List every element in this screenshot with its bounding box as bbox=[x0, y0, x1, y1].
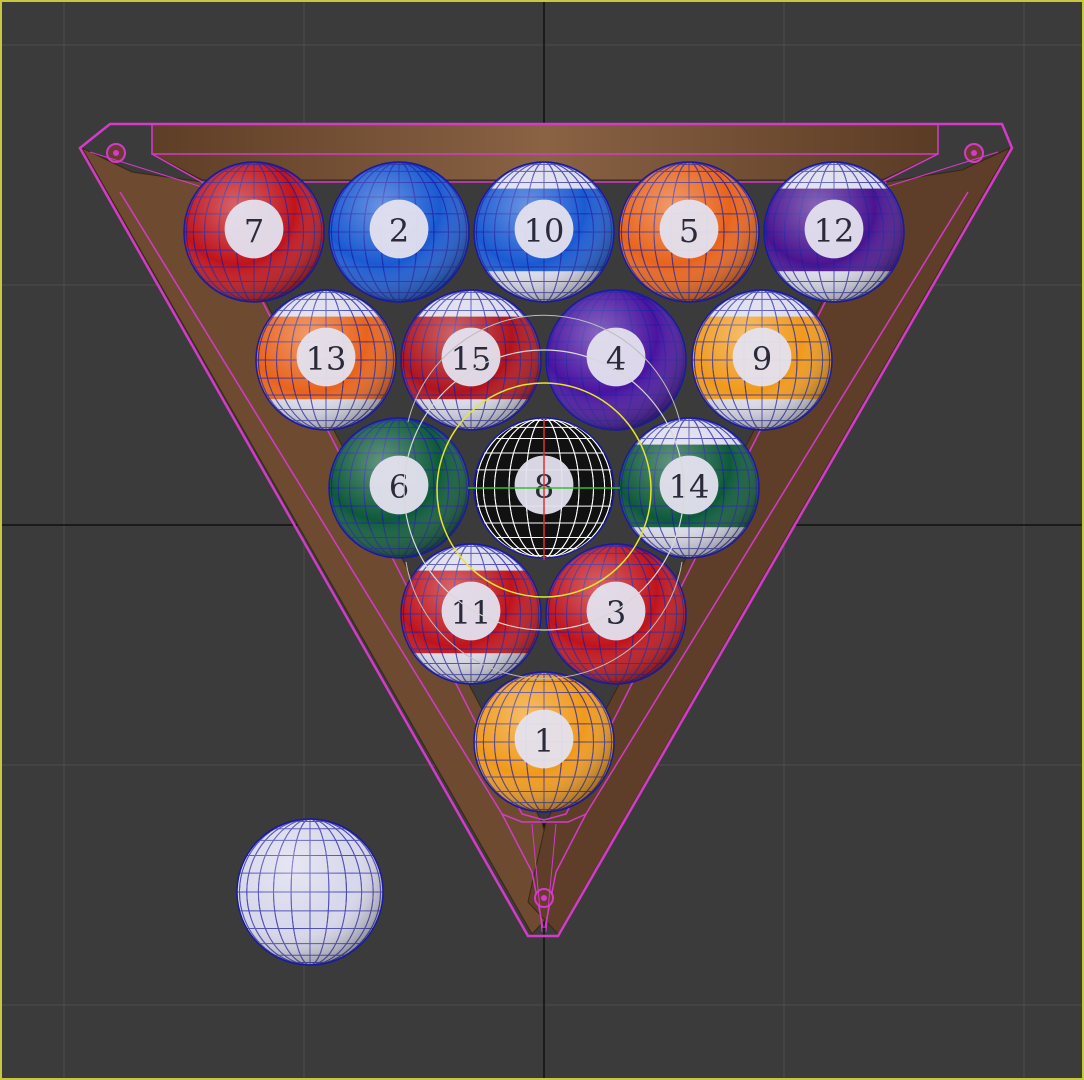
ball-9[interactable]: 9 bbox=[691, 289, 833, 431]
ball-12[interactable]: 12 bbox=[763, 161, 905, 303]
ball-15[interactable]: 15 bbox=[400, 289, 542, 431]
ball-4[interactable]: 4 bbox=[545, 289, 687, 431]
ball-3[interactable]: 3 bbox=[545, 543, 687, 685]
ball-11[interactable]: 11 bbox=[400, 543, 542, 685]
ball-number: 10 bbox=[524, 212, 565, 250]
ball-number: 7 bbox=[244, 212, 264, 250]
ball-number: 6 bbox=[389, 468, 409, 506]
ball-number: 3 bbox=[606, 594, 626, 632]
ball-1[interactable]: 1 bbox=[473, 671, 615, 813]
ball-10[interactable]: 10 bbox=[473, 161, 615, 303]
ball-2[interactable]: 2 bbox=[328, 161, 470, 303]
ball-number: 12 bbox=[814, 212, 855, 250]
ball-number: 4 bbox=[606, 340, 626, 378]
ball-number: 5 bbox=[679, 212, 699, 250]
ball-7[interactable]: 7 bbox=[183, 161, 325, 303]
ball-13[interactable]: 13 bbox=[255, 289, 397, 431]
ball-number: 2 bbox=[389, 212, 409, 250]
ball-number: 1 bbox=[534, 722, 554, 760]
viewport-3d[interactable]: 7 2 10 5 12 13 15 4 9 6 8 14 11 3 1 bbox=[0, 0, 1084, 1080]
scene-canvas[interactable]: 7 2 10 5 1213 15 4 96 8 1411 31 bbox=[2, 2, 1082, 1078]
ball-number: 9 bbox=[752, 340, 772, 378]
cue-ball[interactable] bbox=[236, 818, 384, 966]
ball-number: 13 bbox=[306, 340, 347, 378]
ball-5[interactable]: 5 bbox=[618, 161, 760, 303]
ball-number: 14 bbox=[669, 468, 710, 506]
